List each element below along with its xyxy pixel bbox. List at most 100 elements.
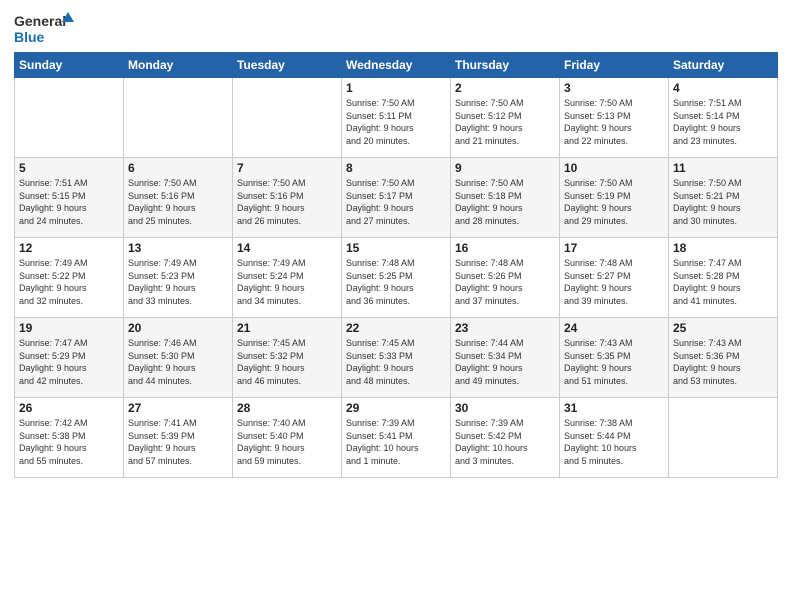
day-number: 21 bbox=[237, 321, 337, 335]
day-number: 5 bbox=[19, 161, 119, 175]
weekday-header-friday: Friday bbox=[560, 53, 669, 78]
day-number: 26 bbox=[19, 401, 119, 415]
day-cell: 4 Sunrise: 7:51 AM Sunset: 5:14 PM Daylig… bbox=[669, 78, 778, 158]
day-info: Sunrise: 7:39 AM Sunset: 5:42 PM Dayligh… bbox=[455, 417, 555, 467]
day-info: Sunrise: 7:48 AM Sunset: 5:26 PM Dayligh… bbox=[455, 257, 555, 307]
logo-svg: General Blue bbox=[14, 10, 74, 46]
day-info: Sunrise: 7:50 AM Sunset: 5:17 PM Dayligh… bbox=[346, 177, 446, 227]
day-info: Sunrise: 7:50 AM Sunset: 5:11 PM Dayligh… bbox=[346, 97, 446, 147]
day-info: Sunrise: 7:46 AM Sunset: 5:30 PM Dayligh… bbox=[128, 337, 228, 387]
day-number: 2 bbox=[455, 81, 555, 95]
day-cell: 1Sunrise: 7:50 AM Sunset: 5:11 PM Daylig… bbox=[342, 78, 451, 158]
day-cell bbox=[669, 398, 778, 478]
day-info: Sunrise: 7:44 AM Sunset: 5:34 PM Dayligh… bbox=[455, 337, 555, 387]
week-row-5: 26 Sunrise: 7:42 AM Sunset: 5:38 PM Dayli… bbox=[15, 398, 778, 478]
day-number: 12 bbox=[19, 241, 119, 255]
day-number: 23 bbox=[455, 321, 555, 335]
day-cell: 21Sunrise: 7:45 AM Sunset: 5:32 PM Dayli… bbox=[233, 318, 342, 398]
day-cell: 6 Sunrise: 7:50 AM Sunset: 5:16 PM Daylig… bbox=[124, 158, 233, 238]
day-cell: 5 Sunrise: 7:51 AM Sunset: 5:15 PM Daylig… bbox=[15, 158, 124, 238]
logo: General Blue bbox=[14, 10, 74, 46]
day-number: 22 bbox=[346, 321, 446, 335]
day-number: 27 bbox=[128, 401, 228, 415]
day-info: Sunrise: 7:49 AM Sunset: 5:22 PM Dayligh… bbox=[19, 257, 119, 307]
weekday-header-sunday: Sunday bbox=[15, 53, 124, 78]
day-cell bbox=[124, 78, 233, 158]
day-cell: 22 Sunrise: 7:45 AM Sunset: 5:33 PM Dayli… bbox=[342, 318, 451, 398]
day-info: Sunrise: 7:48 AM Sunset: 5:27 PM Dayligh… bbox=[564, 257, 664, 307]
day-number: 4 bbox=[673, 81, 773, 95]
day-cell: 28Sunrise: 7:40 AM Sunset: 5:40 PM Dayli… bbox=[233, 398, 342, 478]
week-row-4: 19Sunrise: 7:47 AM Sunset: 5:29 PM Dayli… bbox=[15, 318, 778, 398]
day-number: 16 bbox=[455, 241, 555, 255]
day-info: Sunrise: 7:50 AM Sunset: 5:12 PM Dayligh… bbox=[455, 97, 555, 147]
day-number: 17 bbox=[564, 241, 664, 255]
day-info: Sunrise: 7:50 AM Sunset: 5:13 PM Dayligh… bbox=[564, 97, 664, 147]
day-number: 13 bbox=[128, 241, 228, 255]
day-info: Sunrise: 7:51 AM Sunset: 5:15 PM Dayligh… bbox=[19, 177, 119, 227]
day-cell: 23 Sunrise: 7:44 AM Sunset: 5:34 PM Dayli… bbox=[451, 318, 560, 398]
day-info: Sunrise: 7:50 AM Sunset: 5:16 PM Dayligh… bbox=[128, 177, 228, 227]
day-info: Sunrise: 7:41 AM Sunset: 5:39 PM Dayligh… bbox=[128, 417, 228, 467]
day-number: 18 bbox=[673, 241, 773, 255]
day-number: 29 bbox=[346, 401, 446, 415]
day-info: Sunrise: 7:49 AM Sunset: 5:23 PM Dayligh… bbox=[128, 257, 228, 307]
day-cell: 30 Sunrise: 7:39 AM Sunset: 5:42 PM Dayli… bbox=[451, 398, 560, 478]
day-number: 10 bbox=[564, 161, 664, 175]
day-number: 20 bbox=[128, 321, 228, 335]
day-info: Sunrise: 7:47 AM Sunset: 5:28 PM Dayligh… bbox=[673, 257, 773, 307]
day-cell: 20 Sunrise: 7:46 AM Sunset: 5:30 PM Dayli… bbox=[124, 318, 233, 398]
day-number: 3 bbox=[564, 81, 664, 95]
svg-text:Blue: Blue bbox=[14, 29, 45, 45]
day-number: 11 bbox=[673, 161, 773, 175]
day-cell: 25 Sunrise: 7:43 AM Sunset: 5:36 PM Dayli… bbox=[669, 318, 778, 398]
day-number: 28 bbox=[237, 401, 337, 415]
svg-text:General: General bbox=[14, 13, 66, 29]
weekday-header-monday: Monday bbox=[124, 53, 233, 78]
day-number: 8 bbox=[346, 161, 446, 175]
calendar-table: SundayMondayTuesdayWednesdayThursdayFrid… bbox=[14, 52, 778, 478]
day-cell: 27 Sunrise: 7:41 AM Sunset: 5:39 PM Dayli… bbox=[124, 398, 233, 478]
day-cell: 2 Sunrise: 7:50 AM Sunset: 5:12 PM Daylig… bbox=[451, 78, 560, 158]
day-cell bbox=[233, 78, 342, 158]
day-cell: 14 Sunrise: 7:49 AM Sunset: 5:24 PM Dayli… bbox=[233, 238, 342, 318]
week-row-2: 5 Sunrise: 7:51 AM Sunset: 5:15 PM Daylig… bbox=[15, 158, 778, 238]
day-info: Sunrise: 7:43 AM Sunset: 5:36 PM Dayligh… bbox=[673, 337, 773, 387]
day-number: 25 bbox=[673, 321, 773, 335]
day-number: 24 bbox=[564, 321, 664, 335]
day-number: 9 bbox=[455, 161, 555, 175]
day-info: Sunrise: 7:48 AM Sunset: 5:25 PM Dayligh… bbox=[346, 257, 446, 307]
weekday-header-wednesday: Wednesday bbox=[342, 53, 451, 78]
day-cell bbox=[15, 78, 124, 158]
day-cell: 15 Sunrise: 7:48 AM Sunset: 5:25 PM Dayli… bbox=[342, 238, 451, 318]
day-info: Sunrise: 7:50 AM Sunset: 5:21 PM Dayligh… bbox=[673, 177, 773, 227]
day-number: 14 bbox=[237, 241, 337, 255]
day-info: Sunrise: 7:49 AM Sunset: 5:24 PM Dayligh… bbox=[237, 257, 337, 307]
day-cell: 16 Sunrise: 7:48 AM Sunset: 5:26 PM Dayli… bbox=[451, 238, 560, 318]
day-info: Sunrise: 7:50 AM Sunset: 5:16 PM Dayligh… bbox=[237, 177, 337, 227]
day-info: Sunrise: 7:42 AM Sunset: 5:38 PM Dayligh… bbox=[19, 417, 119, 467]
weekday-header-tuesday: Tuesday bbox=[233, 53, 342, 78]
weekday-header-thursday: Thursday bbox=[451, 53, 560, 78]
day-cell: 18 Sunrise: 7:47 AM Sunset: 5:28 PM Dayli… bbox=[669, 238, 778, 318]
day-cell: 7Sunrise: 7:50 AM Sunset: 5:16 PM Daylig… bbox=[233, 158, 342, 238]
weekday-header-row: SundayMondayTuesdayWednesdayThursdayFrid… bbox=[15, 53, 778, 78]
day-number: 30 bbox=[455, 401, 555, 415]
weekday-header-saturday: Saturday bbox=[669, 53, 778, 78]
day-cell: 10 Sunrise: 7:50 AM Sunset: 5:19 PM Dayli… bbox=[560, 158, 669, 238]
day-info: Sunrise: 7:50 AM Sunset: 5:19 PM Dayligh… bbox=[564, 177, 664, 227]
day-info: Sunrise: 7:51 AM Sunset: 5:14 PM Dayligh… bbox=[673, 97, 773, 147]
day-number: 6 bbox=[128, 161, 228, 175]
week-row-1: 1Sunrise: 7:50 AM Sunset: 5:11 PM Daylig… bbox=[15, 78, 778, 158]
day-number: 31 bbox=[564, 401, 664, 415]
day-cell: 12 Sunrise: 7:49 AM Sunset: 5:22 PM Dayli… bbox=[15, 238, 124, 318]
day-cell: 24 Sunrise: 7:43 AM Sunset: 5:35 PM Dayli… bbox=[560, 318, 669, 398]
day-info: Sunrise: 7:50 AM Sunset: 5:18 PM Dayligh… bbox=[455, 177, 555, 227]
day-info: Sunrise: 7:43 AM Sunset: 5:35 PM Dayligh… bbox=[564, 337, 664, 387]
day-info: Sunrise: 7:45 AM Sunset: 5:33 PM Dayligh… bbox=[346, 337, 446, 387]
day-cell: 9 Sunrise: 7:50 AM Sunset: 5:18 PM Daylig… bbox=[451, 158, 560, 238]
header: General Blue bbox=[14, 10, 778, 46]
day-cell: 19Sunrise: 7:47 AM Sunset: 5:29 PM Dayli… bbox=[15, 318, 124, 398]
day-cell: 8 Sunrise: 7:50 AM Sunset: 5:17 PM Daylig… bbox=[342, 158, 451, 238]
day-number: 15 bbox=[346, 241, 446, 255]
